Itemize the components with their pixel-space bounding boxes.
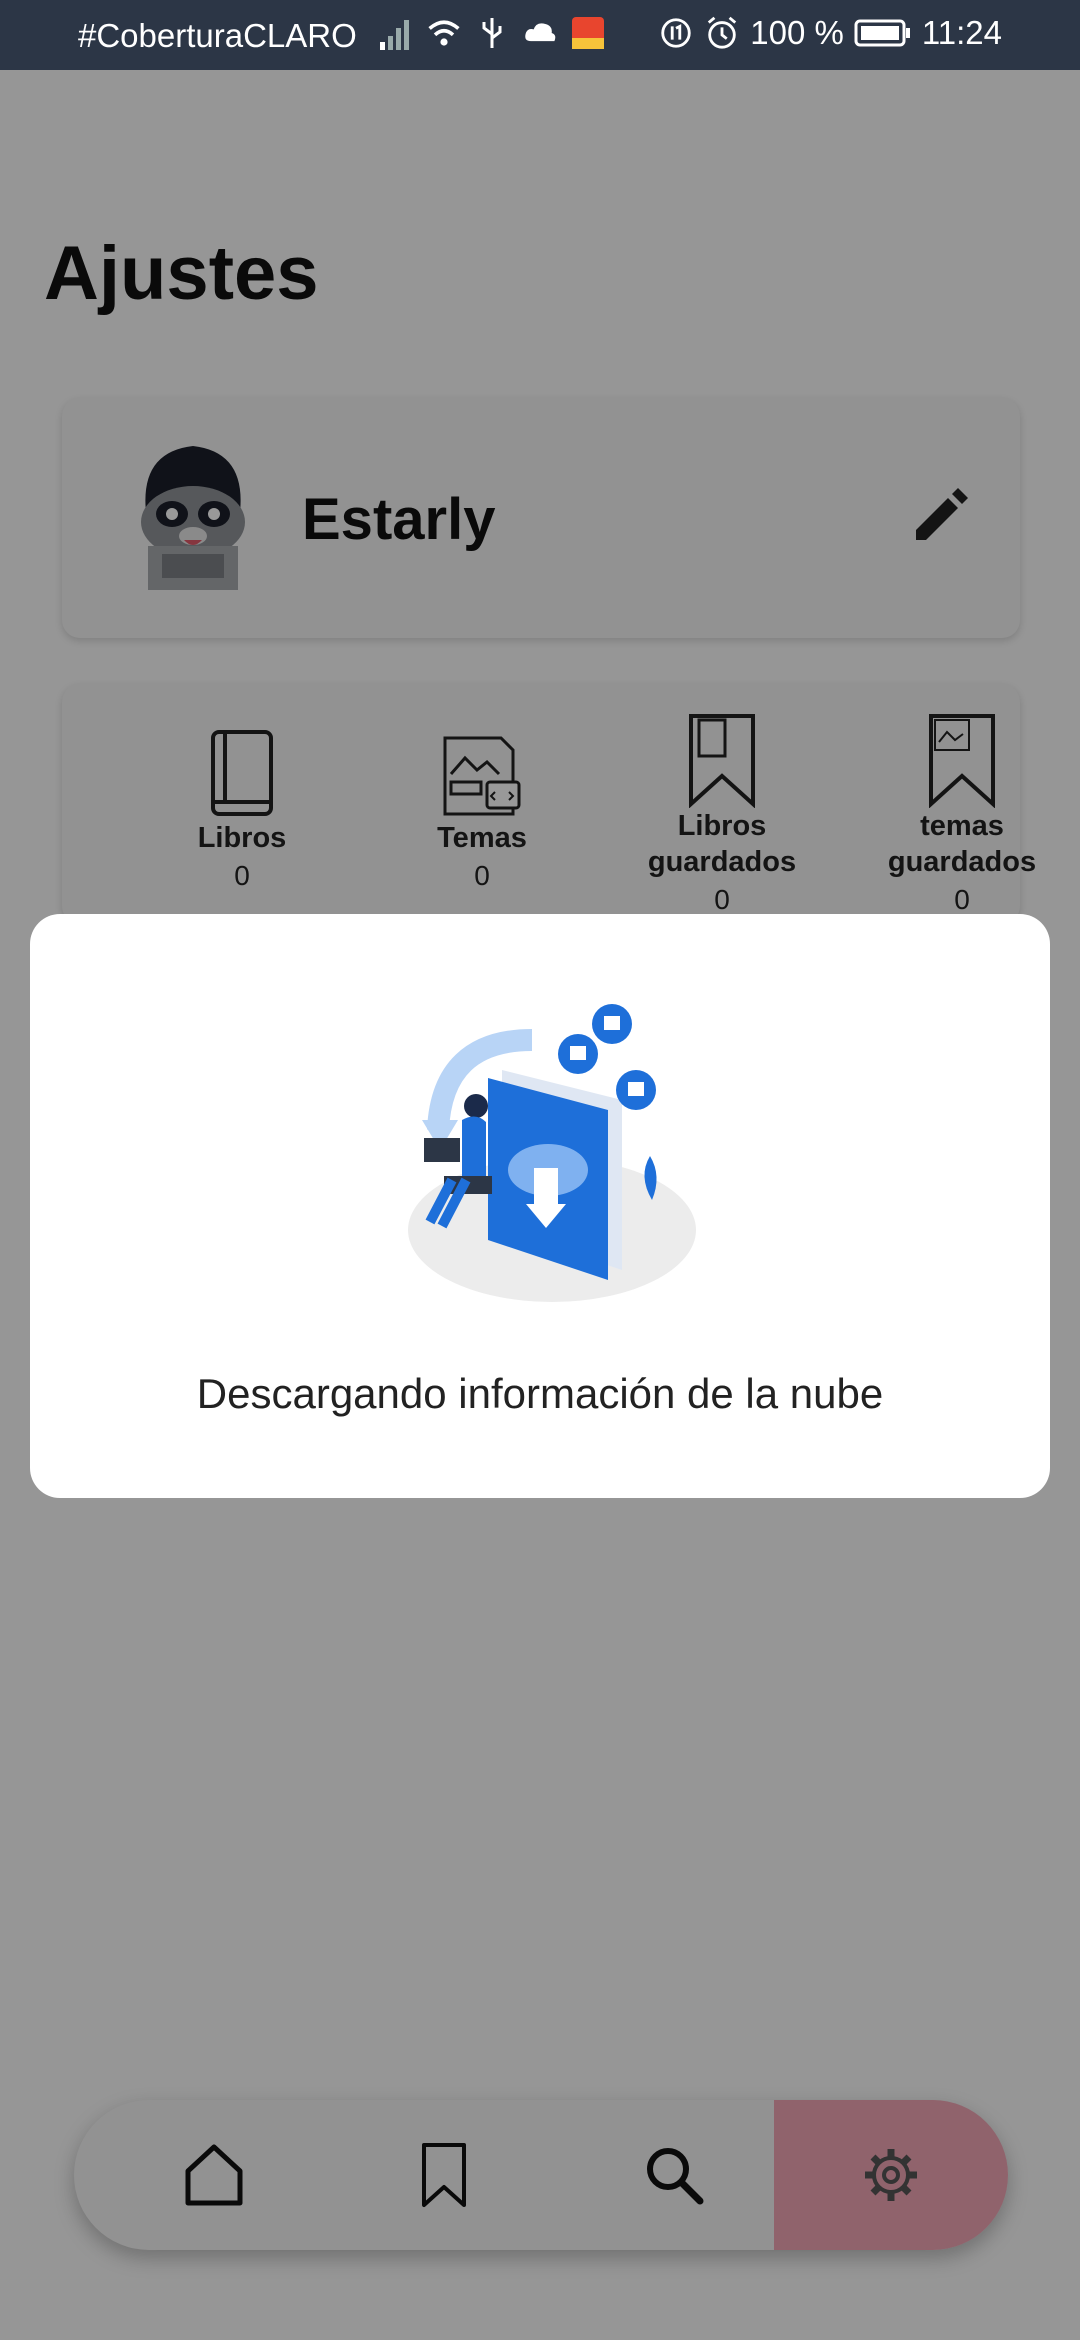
status-icons-left [378, 14, 606, 52]
signal-icon [380, 20, 409, 50]
status-bar: #CoberturaCLARO 100 % 11:24 [0, 0, 1080, 70]
cloud-icon [525, 23, 556, 42]
dialog-message: Descargando información de la nube [196, 1370, 884, 1417]
data-saver-icon [661, 18, 691, 48]
wifi-icon [428, 20, 460, 46]
clock: 11:24 [921, 14, 1002, 51]
battery-icon [854, 19, 910, 47]
loading-dialog: Descargando información de la nube [30, 914, 1050, 1498]
battery-percent: 100 % [750, 14, 844, 51]
shopping-app-icon [572, 17, 604, 49]
status-icons-right: 100 % 11:24 [658, 14, 1002, 52]
usb-icon [482, 18, 502, 48]
alarm-icon [708, 16, 737, 49]
cloud-download-illustration [408, 1004, 696, 1302]
carrier-label: #CoberturaCLARO [78, 17, 357, 54]
